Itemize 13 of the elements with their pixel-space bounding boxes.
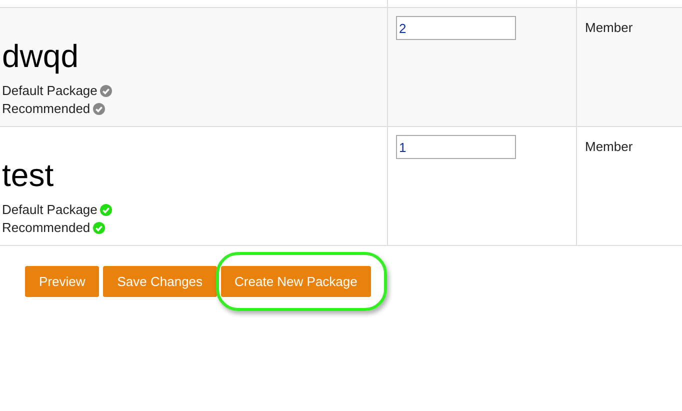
package-name: test	[2, 156, 55, 195]
action-button[interactable]: Preview	[25, 266, 100, 297]
flag-label: Default Package	[2, 201, 98, 220]
action-button[interactable]: Create New Package	[220, 266, 372, 297]
role-label: Member	[585, 20, 633, 35]
order-input[interactable]: 2	[396, 16, 516, 40]
role-label: Member	[585, 139, 633, 154]
flag-label: Default Package	[2, 82, 98, 100]
flag-label: Recommended	[2, 219, 90, 238]
order-input[interactable]: 1	[396, 135, 516, 159]
package-name: dwqd	[2, 37, 80, 76]
action-button[interactable]: Save Changes	[103, 266, 217, 297]
flag-label: Recommended	[2, 100, 90, 118]
